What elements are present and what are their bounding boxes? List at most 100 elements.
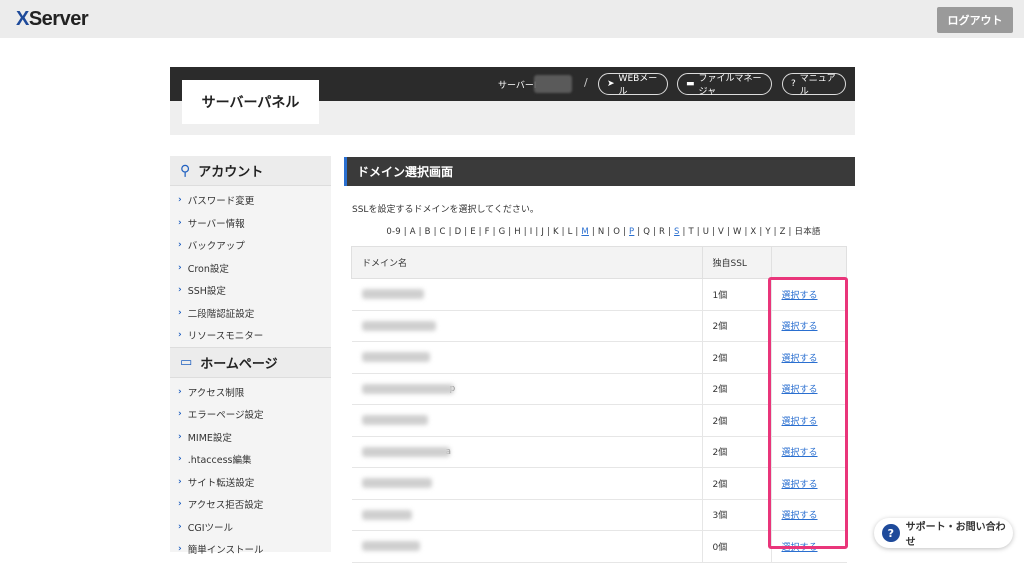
divider: / (584, 76, 588, 89)
sidebar-item-resource-monitor[interactable]: › リソースモニター (170, 324, 331, 347)
domain-name-redacted (351, 467, 702, 500)
question-icon: ? (882, 524, 900, 542)
index-n[interactable]: N (598, 227, 605, 237)
index-m-link[interactable]: M (581, 227, 589, 237)
index-r[interactable]: R (659, 227, 665, 237)
select-link[interactable]: 選択する (782, 543, 818, 553)
index-j[interactable]: J (541, 227, 544, 237)
domain-name-redacted (351, 404, 702, 437)
select-link[interactable]: 選択する (782, 448, 818, 458)
index-t[interactable]: T (688, 227, 693, 237)
index-0-9[interactable]: 0-9 (386, 227, 400, 237)
sidebar-item-cron[interactable]: › Cron設定 (170, 257, 331, 280)
index-h[interactable]: H (514, 227, 521, 237)
column-header-action (770, 246, 847, 279)
sidebar-item-2fa[interactable]: › 二段階認証設定 (170, 302, 331, 325)
chevron-right-icon: › (178, 521, 182, 532)
xserver-logo[interactable]: XServer (16, 8, 89, 31)
index-a[interactable]: A (410, 227, 416, 237)
ssl-count: 1個 (701, 278, 771, 311)
sidebar-item-backup[interactable]: › バックアップ (170, 234, 331, 257)
instruction-text: SSLを設定するドメインを選択してください。 (352, 205, 539, 215)
file-manager-button[interactable]: ▬ ファイルマネージャ (677, 73, 772, 97)
table-row: 2個 選択する (351, 404, 847, 437)
select-link[interactable]: 選択する (782, 385, 818, 395)
browser-window-icon: ▭ (180, 354, 193, 370)
chevron-right-icon: › (178, 499, 182, 510)
domain-name-redacted (351, 341, 702, 374)
sidebar: ⚲ アカウント › パスワード変更 › サーバー情報 › バックアップ › Cron設定… (170, 156, 331, 556)
column-header-ssl: 独自SSL (701, 246, 772, 279)
index-x[interactable]: X (750, 227, 756, 237)
ssl-count: 3個 (701, 498, 771, 531)
select-link[interactable]: 選択する (782, 511, 818, 521)
index-japanese[interactable]: 日本語 (795, 227, 821, 237)
domain-name-redacted (351, 278, 702, 311)
question-circle-icon: ? (791, 79, 796, 89)
index-z[interactable]: Z (780, 227, 786, 237)
chevron-right-icon: › (178, 240, 182, 251)
top-bar: XServer ログアウト (0, 0, 1024, 38)
index-q[interactable]: Q (643, 227, 650, 237)
select-link[interactable]: 選択する (782, 480, 818, 490)
manual-button[interactable]: ? マニュアル (782, 73, 846, 97)
sidebar-item-password[interactable]: › パスワード変更 (170, 189, 331, 212)
webmail-button[interactable]: ➤ WEBメール (598, 73, 668, 97)
table-row: p 2個 選択する (351, 372, 847, 405)
sidebar-item-server-info[interactable]: › サーバー情報 (170, 212, 331, 235)
sidebar-item-error-page[interactable]: › エラーページ設定 (170, 403, 331, 426)
chevron-right-icon: › (178, 409, 182, 420)
domain-name-redacted (351, 498, 702, 531)
chevron-right-icon: › (178, 431, 182, 442)
chevron-right-icon: › (178, 307, 182, 318)
sidebar-item-site-redirect[interactable]: › サイト転送設定 (170, 471, 331, 494)
homepage-heading: ▭ ホームページ (170, 346, 331, 378)
server-id-value-redacted (534, 75, 572, 93)
table-row: 3個 選択する (351, 498, 847, 531)
domain-name-redacted (351, 309, 702, 342)
index-k[interactable]: K (553, 227, 559, 237)
logout-button[interactable]: ログアウト (937, 7, 1013, 33)
sidebar-item-htaccess[interactable]: › .htaccess編集 (170, 448, 331, 471)
domain-table: ドメイン名 独自SSL 1個 選択する 2個 選択する 2個 選択する p 2個… (351, 246, 847, 563)
chevron-right-icon: › (178, 544, 182, 555)
support-contact-button[interactable]: ? サポート・お問い合わせ (874, 518, 1013, 548)
sidebar-item-easy-install[interactable]: › 簡単インストール (170, 538, 331, 561)
ssl-count: 2個 (701, 404, 771, 437)
ssl-count: 2個 (701, 309, 771, 342)
folder-icon: ▬ (686, 79, 695, 89)
select-link[interactable]: 選択する (782, 417, 818, 427)
sidebar-item-ssh[interactable]: › SSH設定 (170, 279, 331, 302)
ssl-count: 2個 (701, 435, 771, 468)
page-title: サーバーパネル (182, 80, 319, 124)
panel-header: サーバーパネル サーバーID / ➤ WEBメール ▬ ファイルマネージャ ? マニュ… (170, 67, 855, 135)
select-link[interactable]: 選択する (782, 291, 818, 301)
ssl-count: 0個 (701, 530, 771, 563)
index-l[interactable]: L (568, 227, 573, 237)
index-u[interactable]: U (703, 227, 709, 237)
index-i[interactable]: I (530, 227, 533, 237)
index-d[interactable]: D (455, 227, 462, 237)
index-p-link[interactable]: P (629, 227, 634, 237)
sidebar-item-cgi-tools[interactable]: › CGIツール (170, 516, 331, 539)
index-b[interactable]: B (425, 227, 431, 237)
select-link[interactable]: 選択する (782, 354, 818, 364)
column-header-domain: ドメイン名 (351, 246, 703, 279)
domain-name-redacted (351, 530, 702, 563)
sidebar-item-access-control[interactable]: › アクセス制限 (170, 381, 331, 404)
index-g[interactable]: G (499, 227, 506, 237)
select-link[interactable]: 選択する (782, 322, 818, 332)
index-y[interactable]: Y (765, 227, 770, 237)
index-o[interactable]: O (613, 227, 620, 237)
index-e[interactable]: E (470, 227, 476, 237)
ssl-count: 2個 (701, 341, 771, 374)
index-f[interactable]: F (485, 227, 490, 237)
index-s-link[interactable]: S (674, 227, 680, 237)
sidebar-item-access-deny[interactable]: › アクセス拒否設定 (170, 493, 331, 516)
sidebar-item-mime[interactable]: › MIME設定 (170, 426, 331, 449)
index-v[interactable]: V (718, 227, 724, 237)
chevron-right-icon: › (178, 386, 182, 397)
table-row: 1個 選択する (351, 278, 847, 311)
index-c[interactable]: C (440, 227, 446, 237)
index-w[interactable]: W (733, 227, 742, 237)
